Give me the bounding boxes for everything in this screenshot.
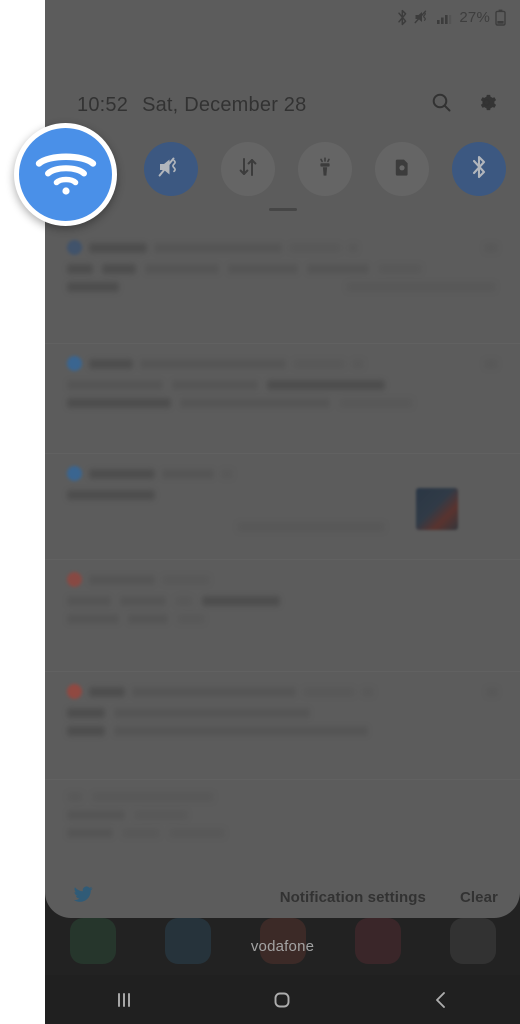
- article-page: vodafone 27% 10:52 Sat, December 28 Noti…: [0, 0, 520, 1024]
- notification-list: [45, 228, 520, 876]
- quick-toggle-flashlight[interactable]: [298, 142, 352, 196]
- clear-button[interactable]: Clear: [460, 889, 498, 906]
- notification-item[interactable]: [45, 228, 520, 344]
- search-icon[interactable]: [430, 91, 453, 119]
- mute-vibrate-icon: [414, 9, 431, 25]
- carrier-label: vodafone: [250, 938, 315, 955]
- back-icon: [435, 991, 445, 1008]
- mute-icon: [158, 155, 184, 184]
- back-button[interactable]: [411, 975, 471, 1024]
- battery-percent-label: 27%: [459, 8, 490, 26]
- quick-toggle-mobile-data[interactable]: [221, 142, 275, 196]
- sdcard-icon: [390, 155, 414, 184]
- status-bar: 27%: [45, 0, 520, 34]
- notification-item[interactable]: [45, 454, 520, 560]
- home-button[interactable]: [252, 975, 312, 1024]
- notification-panel: 27% 10:52 Sat, December 28 Notification …: [45, 0, 520, 918]
- navigation-bar: [45, 975, 520, 1024]
- notification-panel-footer: Notification settings Clear: [45, 876, 520, 918]
- wifi-highlight-callout[interactable]: [14, 123, 117, 226]
- quick-toggle-sound[interactable]: [144, 142, 198, 196]
- app-icon: [67, 466, 82, 481]
- recents-icon: [118, 992, 131, 1007]
- app-icon: [67, 240, 82, 255]
- flashlight-icon: [313, 155, 337, 184]
- notification-item[interactable]: [45, 780, 520, 876]
- quick-toggle-bluetooth[interactable]: [452, 142, 506, 196]
- app-icon: [67, 572, 82, 587]
- clock-time: 10:52: [77, 93, 129, 116]
- bluetooth-icon: [396, 9, 409, 26]
- data-arrows-icon: [236, 155, 260, 184]
- signal-bars-icon: [436, 10, 452, 25]
- gear-icon[interactable]: [475, 91, 498, 119]
- recents-button[interactable]: [94, 975, 154, 1024]
- quick-toggle-storage[interactable]: [375, 142, 429, 196]
- panel-drag-handle[interactable]: [268, 208, 297, 211]
- app-icon: [67, 684, 82, 699]
- wifi-icon: [35, 148, 97, 201]
- notification-settings-button[interactable]: Notification settings: [280, 889, 426, 906]
- battery-low-icon: [495, 9, 506, 26]
- notification-item[interactable]: [45, 344, 520, 454]
- bluetooth-icon: [468, 154, 490, 185]
- phone-screenshot: vodafone 27% 10:52 Sat, December 28 Noti…: [45, 0, 520, 1024]
- twitter-bird-icon[interactable]: [73, 886, 93, 908]
- app-icon: [67, 356, 82, 371]
- clock-date: Sat, December 28: [142, 93, 307, 116]
- home-icon: [275, 992, 290, 1007]
- notification-thumbnail: [416, 488, 458, 530]
- notification-item[interactable]: [45, 560, 520, 672]
- notification-item[interactable]: [45, 672, 520, 780]
- panel-clock-row: 10:52 Sat, December 28: [45, 88, 520, 122]
